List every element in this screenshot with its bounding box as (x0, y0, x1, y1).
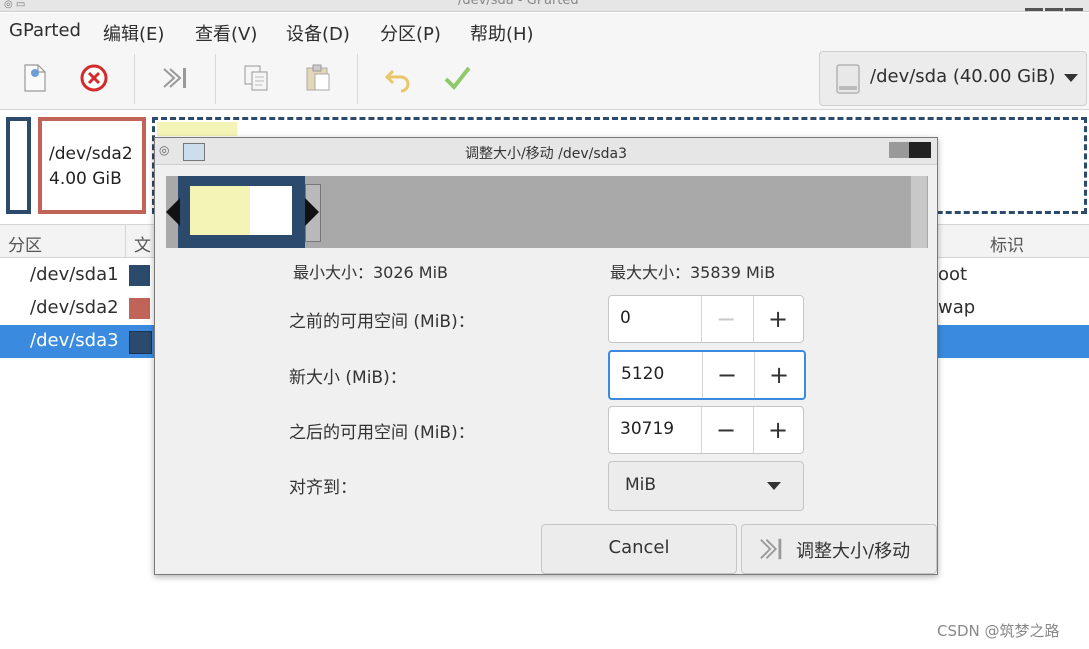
partition-label: oot (938, 264, 968, 285)
partition-name: /dev/sda3 (30, 330, 119, 351)
free-after-value[interactable]: 30719 (620, 419, 674, 439)
filesystem-color-swatch (129, 331, 152, 354)
partition-label: wap (938, 297, 976, 318)
increment-button[interactable]: + (753, 407, 802, 453)
resize-move-confirm-button[interactable]: 调整大小/移动 (741, 524, 937, 574)
undo-button[interactable] (378, 58, 418, 98)
copy-button[interactable] (236, 58, 276, 98)
harddisk-icon (836, 64, 860, 94)
partition-block-sda2[interactable]: /dev/sda2 4.00 GiB (38, 117, 146, 214)
new-icon (24, 64, 46, 92)
resize-move-icon (760, 538, 782, 560)
free-space-area (250, 186, 292, 235)
filesystem-color-swatch (129, 298, 150, 319)
resize-move-label: 调整大小/移动 (796, 541, 911, 562)
partition-used-area (157, 122, 237, 136)
resize-handle-right[interactable] (305, 198, 319, 226)
filesystem-color-swatch (129, 265, 150, 286)
delete-icon (80, 64, 108, 92)
resize-handle-left[interactable] (166, 198, 180, 226)
column-header-partition[interactable]: 分区 (8, 231, 42, 256)
apply-button[interactable] (437, 58, 477, 98)
free-after-label: 之后的可用空间 (MiB)： (289, 423, 475, 443)
dialog-title: 调整大小/移动 /dev/sda3 (464, 146, 628, 162)
partition-name: /dev/sda1 (30, 264, 119, 285)
disk-end-marker (911, 176, 927, 248)
free-before-value[interactable]: 0 (620, 308, 631, 328)
watermark-text: CSDN @筑梦之路 (937, 622, 1060, 640)
menu-bar: GParted 编辑(E) 查看(V) 设备(D) 分区(P) 帮助(H) (0, 13, 1089, 48)
free-after-spinbutton: 30719 − + (608, 406, 804, 454)
menu-help[interactable]: 帮助(H) (470, 20, 534, 46)
new-size-label: 新大小 (MiB)： (289, 368, 407, 388)
resize-move-button[interactable] (155, 58, 195, 98)
free-before-spinbutton: 0 − + (608, 295, 804, 343)
cancel-button[interactable]: Cancel (541, 524, 737, 574)
decrement-button[interactable]: − (701, 296, 750, 342)
dialog-titlebar: ◎ 调整大小/移动 /dev/sda3 (155, 138, 937, 165)
chevron-down-icon (767, 482, 781, 490)
align-to-dropdown[interactable]: MiB (608, 461, 804, 511)
toolbar: /dev/sda (40.00 GiB) (0, 48, 1089, 110)
paste-button[interactable] (298, 58, 338, 98)
window-title: /dev/sda - GParted (458, 0, 579, 8)
delete-partition-button[interactable] (74, 58, 114, 98)
device-label: /dev/sda (40.00 GiB) (870, 66, 1056, 87)
resize-move-dialog: ◎ 调整大小/移动 /dev/sda3 最小大小：3026 MiB 最大大小：3… (154, 137, 938, 575)
app-icon: ◎ ▭ (4, 0, 26, 10)
device-selector[interactable]: /dev/sda (40.00 GiB) (819, 51, 1087, 106)
free-before-label: 之前的可用空间 (MiB)： (289, 312, 475, 332)
menu-device[interactable]: 设备(D) (286, 20, 350, 46)
partition-block-sda1[interactable] (6, 117, 31, 214)
used-space-area (190, 186, 250, 235)
menu-gparted[interactable]: GParted (9, 20, 81, 41)
decrement-button[interactable]: − (701, 407, 750, 453)
decrement-button[interactable]: − (702, 352, 751, 398)
align-to-label: 对齐到： (289, 478, 357, 498)
increment-button[interactable]: + (753, 296, 802, 342)
apply-icon (444, 66, 471, 91)
align-to-value: MiB (625, 475, 657, 495)
max-size-text: 最大大小：35839 MiB (610, 263, 776, 282)
new-partition-button[interactable] (15, 58, 55, 98)
undo-icon (384, 69, 410, 93)
dialog-window-controls[interactable] (889, 142, 935, 159)
new-size-value[interactable]: 5120 (621, 364, 664, 384)
partition-name: /dev/sda2 (30, 297, 119, 318)
copy-icon (244, 65, 268, 91)
new-size-spinbutton: 5120 − + (608, 350, 806, 400)
window-titlebar: ◎ ▭ /dev/sda - GParted (0, 0, 1089, 12)
menu-view[interactable]: 查看(V) (195, 20, 257, 46)
chevron-down-icon (1064, 74, 1078, 82)
column-header-label[interactable]: 标识 (990, 231, 1024, 256)
resize-move-icon (163, 68, 186, 88)
partition-resize-block[interactable] (178, 176, 305, 248)
partition-block-name: /dev/sda2 (49, 144, 133, 164)
window-controls[interactable] (1025, 0, 1085, 11)
partition-block-size: 4.00 GiB (49, 169, 122, 189)
menu-partition[interactable]: 分区(P) (380, 20, 441, 46)
menu-edit[interactable]: 编辑(E) (103, 20, 164, 46)
paste-icon (306, 64, 330, 91)
column-header-filesystem[interactable]: 文 (134, 231, 151, 256)
partition-resize-slider[interactable] (166, 176, 928, 248)
increment-button[interactable]: + (754, 352, 803, 398)
min-size-text: 最小大小：3026 MiB (293, 263, 449, 282)
